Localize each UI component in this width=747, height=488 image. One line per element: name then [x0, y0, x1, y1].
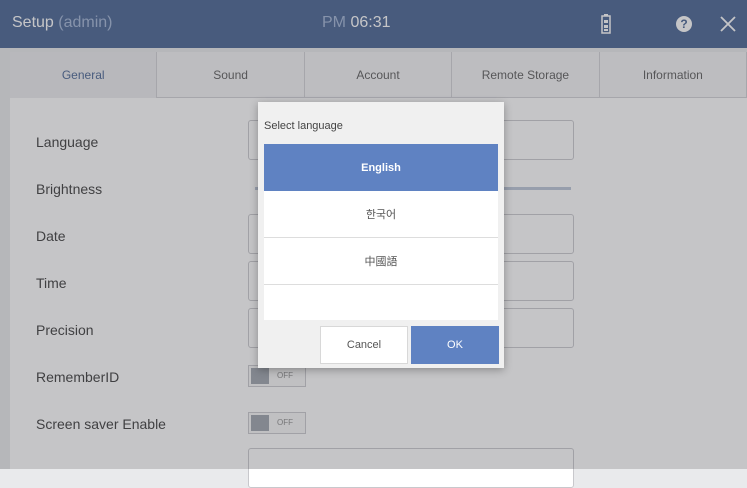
language-option-english[interactable]: English: [264, 144, 498, 191]
ok-button[interactable]: OK: [411, 326, 499, 364]
language-dialog: Select language English 한국어 中國語 Cancel O…: [258, 102, 504, 368]
language-list: English 한국어 中國語: [264, 144, 498, 320]
cancel-button[interactable]: Cancel: [320, 326, 408, 364]
language-option-chinese[interactable]: 中國語: [264, 238, 498, 285]
dialog-title: Select language: [264, 120, 343, 132]
language-option-korean[interactable]: 한국어: [264, 191, 498, 238]
